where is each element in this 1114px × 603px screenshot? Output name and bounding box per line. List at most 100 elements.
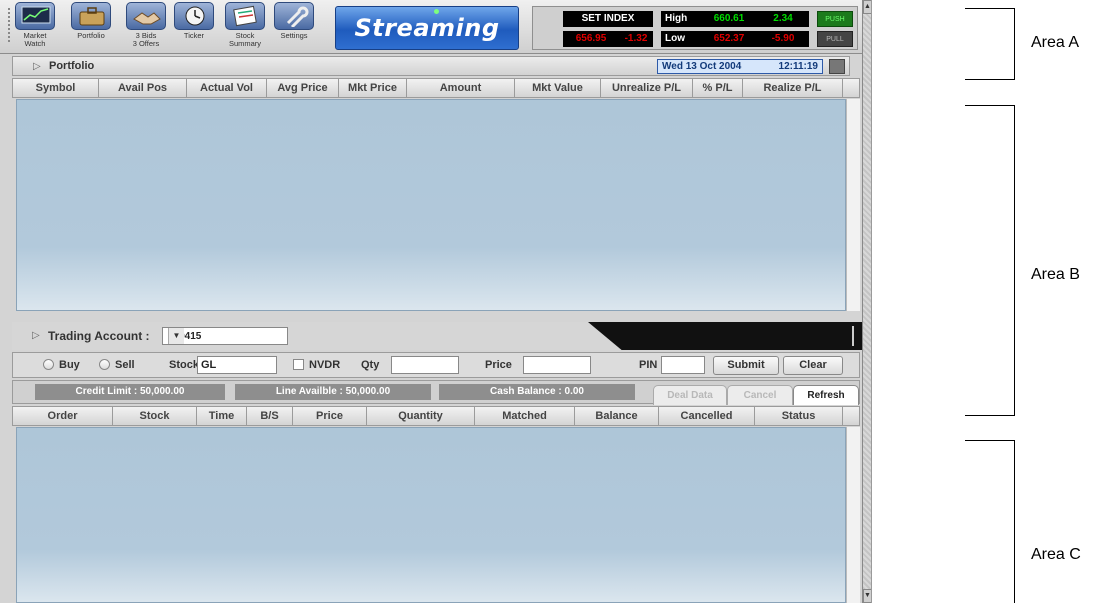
sell-radio[interactable] xyxy=(99,359,110,370)
col-cancelled[interactable]: Cancelled xyxy=(659,407,755,425)
set-high-value: 660.61 xyxy=(701,11,757,27)
set-index-value: 656.95 xyxy=(563,31,619,47)
toolbar-grip xyxy=(8,8,10,44)
portfolio-header: ▷ Portfolio Wed 13 Oct 2004 12:11:19 xyxy=(12,56,850,76)
ticker-button[interactable]: Ticker xyxy=(172,2,216,50)
account-info-row: Credit Limit : 50,000.00 Line Availble :… xyxy=(12,380,860,405)
pin-label: PIN xyxy=(639,359,658,371)
col-mkt-value[interactable]: Mkt Value xyxy=(515,79,601,97)
col-matched[interactable]: Matched xyxy=(475,407,575,425)
area-b-label: Area B xyxy=(1031,266,1080,283)
buy-label: Buy xyxy=(59,359,80,371)
current-date: Wed 13 Oct 2004 xyxy=(662,61,742,72)
stock-input[interactable]: GL xyxy=(197,356,277,374)
settings-button[interactable]: Settings xyxy=(272,2,316,50)
col-stock[interactable]: Stock xyxy=(113,407,197,425)
buy-radio[interactable] xyxy=(43,359,54,370)
col-realize-pl[interactable]: Realize P/L xyxy=(743,79,843,97)
trading-account-select[interactable]: 059415 ▼ xyxy=(162,327,288,345)
portfolio-title: Portfolio xyxy=(49,60,95,72)
price-input[interactable] xyxy=(523,356,591,374)
submit-button[interactable]: Submit xyxy=(713,356,779,375)
sell-label: Sell xyxy=(115,359,135,371)
main-toolbar: Market Watch Portfolio 3 Bids 3 Offers T… xyxy=(0,0,862,54)
clock-ticker-icon xyxy=(174,2,214,30)
qty-input[interactable] xyxy=(391,356,459,374)
clear-button[interactable]: Clear xyxy=(783,356,843,375)
bids-offers-button[interactable]: 3 Bids 3 Offers xyxy=(124,2,168,50)
tab-cancel[interactable]: Cancel xyxy=(727,385,793,405)
wrench-icon xyxy=(274,2,314,30)
portfolio-column-header: Symbol Avail Pos Actual Vol Avg Price Mk… xyxy=(12,78,860,98)
settings-label: Settings xyxy=(280,31,308,40)
briefcase-icon xyxy=(71,2,111,30)
scroll-down-icon[interactable]: ▼ xyxy=(863,589,871,603)
col-avail-pos[interactable]: Avail Pos xyxy=(99,79,187,97)
set-index-title: SET INDEX xyxy=(563,11,653,27)
pin-input[interactable] xyxy=(661,356,705,374)
portfolio-table-body[interactable] xyxy=(16,99,846,311)
stock-summary-button[interactable]: Stock Summary xyxy=(222,2,268,50)
col-percent-pl[interactable]: % P/L xyxy=(693,79,743,97)
col-order[interactable]: Order xyxy=(13,407,113,425)
set-low-label: Low xyxy=(661,31,701,47)
col-price[interactable]: Price xyxy=(293,407,367,425)
col-unrealize-pl[interactable]: Unrealize P/L xyxy=(601,79,693,97)
monitor-chart-icon xyxy=(15,2,55,30)
col-symbol[interactable]: Symbol xyxy=(13,79,99,97)
portfolio-label: Portfolio xyxy=(77,31,105,40)
col-avg-price[interactable]: Avg Price xyxy=(267,79,339,97)
credit-limit: Credit Limit : 50,000.00 xyxy=(35,384,225,400)
panel-options-icon[interactable] xyxy=(829,59,845,74)
pull-button[interactable]: PULL xyxy=(817,31,853,47)
set-low-change: -5.90 xyxy=(757,31,809,47)
col-time[interactable]: Time xyxy=(197,407,247,425)
tab-refresh[interactable]: Refresh xyxy=(793,385,859,405)
order-entry-form: Buy Sell Stock GL NVDR Qty Price PIN Sub… xyxy=(12,352,860,378)
summary-chart-icon xyxy=(225,2,265,30)
price-label: Price xyxy=(485,359,512,371)
order-table-body[interactable] xyxy=(16,427,846,603)
tab-deal-data[interactable]: Deal Data xyxy=(653,385,727,405)
col-bs[interactable]: B/S xyxy=(247,407,293,425)
order-scrollbar[interactable] xyxy=(846,427,860,603)
collapse-triangle-icon[interactable]: ▷ xyxy=(33,61,41,72)
current-time: 12:11:19 xyxy=(778,61,818,72)
set-low-value: 652.37 xyxy=(701,31,757,47)
nvdr-checkbox[interactable] xyxy=(293,359,304,370)
chevron-down-icon[interactable]: ▼ xyxy=(168,328,184,344)
market-watch-label: Market Watch xyxy=(23,31,47,48)
trading-account-header: ▷ Trading Account : 059415 ▼ xyxy=(12,322,868,350)
qty-label: Qty xyxy=(361,359,380,371)
col-balance[interactable]: Balance xyxy=(575,407,659,425)
trading-account-label: Trading Account : xyxy=(48,329,150,343)
cash-balance: Cash Balance : 0.00 xyxy=(439,384,635,400)
trading-collapse-triangle-icon[interactable]: ▷ xyxy=(32,330,40,341)
area-b-bracket xyxy=(965,105,1015,416)
col-actual-vol[interactable]: Actual Vol xyxy=(187,79,267,97)
market-watch-button[interactable]: Market Watch xyxy=(14,2,56,50)
portfolio-button[interactable]: Portfolio xyxy=(60,2,122,50)
window-scrollbar[interactable]: ▲ ▼ xyxy=(862,0,871,603)
trading-banner-edge xyxy=(852,326,854,346)
handshake-icon xyxy=(126,2,166,30)
col-amount[interactable]: Amount xyxy=(407,79,515,97)
set-index-panel: SET INDEX 656.95 -1.32 High 660.61 2.34 … xyxy=(532,6,858,50)
set-high-label: High xyxy=(661,11,701,27)
area-a-bracket xyxy=(965,8,1015,80)
stock-summary-label: Stock Summary xyxy=(228,31,262,48)
streaming-app-window: Market Watch Portfolio 3 Bids 3 Offers T… xyxy=(0,0,872,603)
set-index-change: -1.32 xyxy=(619,31,653,47)
col-quantity[interactable]: Quantity xyxy=(367,407,475,425)
trading-header-banner xyxy=(588,322,868,350)
datetime-display: Wed 13 Oct 2004 12:11:19 xyxy=(657,59,823,74)
stock-label: Stock xyxy=(169,359,199,371)
nvdr-label: NVDR xyxy=(309,359,341,371)
push-button[interactable]: PUSH xyxy=(817,11,853,27)
col-status[interactable]: Status xyxy=(755,407,843,425)
scroll-up-icon[interactable]: ▲ xyxy=(863,0,871,14)
streaming-status-dot xyxy=(434,9,439,14)
portfolio-scrollbar[interactable] xyxy=(846,99,860,311)
col-mkt-price[interactable]: Mkt Price xyxy=(339,79,407,97)
line-available: Line Availble : 50,000.00 xyxy=(235,384,431,400)
